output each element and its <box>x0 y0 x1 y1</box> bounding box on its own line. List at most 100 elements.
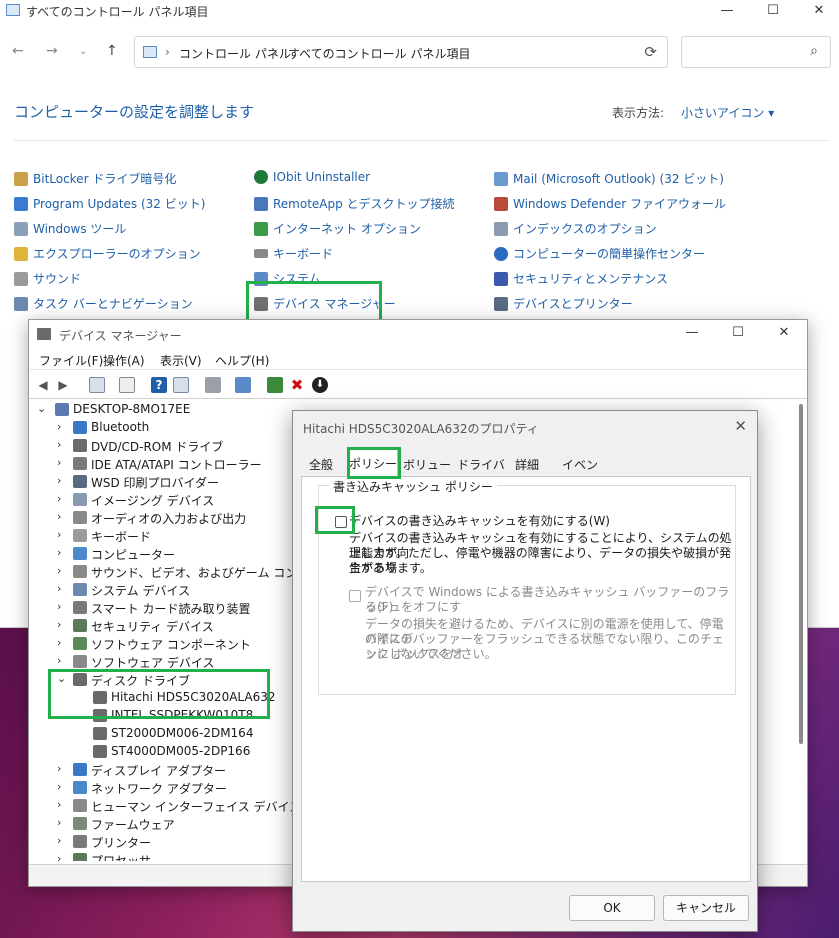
tree-category[interactable]: › セキュリティ デバイス <box>31 617 291 635</box>
tab-general[interactable]: 全般 <box>305 453 337 475</box>
tree-category[interactable]: › DVD/CD-ROM ドライブ <box>31 437 291 455</box>
tree-category[interactable]: › ソフトウェア コンポーネント <box>31 635 291 653</box>
chevron-right-icon[interactable]: › <box>57 816 61 829</box>
chevron-down-icon[interactable]: ⌄ <box>37 402 46 415</box>
chevron-right-icon[interactable]: › <box>57 618 61 631</box>
breadcrumb-all-items[interactable]: すべてのコントロール パネル項目 <box>288 45 471 62</box>
forward-arrow-icon[interactable]: ▶ <box>55 377 71 393</box>
uninstall-x-icon[interactable]: ✖ <box>289 377 305 393</box>
list-view-icon[interactable] <box>173 377 189 393</box>
tree-disk-item[interactable]: ST4000DM005-2DP166 <box>31 743 291 761</box>
tree-category[interactable]: › WSD 印刷プロバイダー <box>31 473 291 491</box>
cp-item-firewall[interactable]: Windows Defender ファイアウォール <box>494 195 726 215</box>
tree-category[interactable]: › Bluetooth <box>31 419 291 437</box>
cp-item-indexing[interactable]: インデックスのオプション <box>494 220 657 240</box>
tree-category[interactable]: › IDE ATA/ATAPI コントローラー <box>31 455 291 473</box>
refresh-icon[interactable]: ⟳ <box>644 43 657 61</box>
vertical-scrollbar[interactable] <box>799 404 803 744</box>
chevron-right-icon[interactable]: › <box>57 654 61 667</box>
cp-item-keyboard[interactable]: キーボード <box>254 245 333 265</box>
cp-item-sound[interactable]: サウンド <box>14 270 81 290</box>
chevron-right-icon[interactable]: › <box>57 762 61 775</box>
view-by-dropdown[interactable]: 小さいアイコン ▾ <box>681 104 774 121</box>
dm-maximize-button[interactable]: ☐ <box>715 322 761 346</box>
enable-write-cache-label[interactable]: デバイスの書き込みキャッシュを有効にする(W) <box>349 514 610 529</box>
cp-item-bitlocker[interactable]: BitLocker ドライブ暗号化 <box>14 170 176 190</box>
disable-device-icon[interactable]: ⬇ <box>312 377 328 393</box>
back-arrow-icon[interactable]: ← <box>12 43 24 59</box>
cp-item-program-updates[interactable]: Program Updates (32 ビット) <box>14 195 205 215</box>
cp-item-internet-options[interactable]: インターネット オプション <box>254 220 421 240</box>
help-icon[interactable]: ? <box>151 377 167 393</box>
tree-category[interactable]: › キーボード <box>31 527 291 545</box>
forward-arrow-icon[interactable]: → <box>46 43 58 59</box>
cp-item-remoteapp[interactable]: RemoteApp とデスクトップ接続 <box>254 195 455 215</box>
tree-item-label: WSD 印刷プロバイダー <box>91 476 220 490</box>
search-input[interactable]: ⌕ <box>681 36 831 68</box>
tree-category[interactable]: › プロセッサ <box>31 851 291 861</box>
menu-file[interactable]: ファイル(F) <box>39 352 103 369</box>
cp-item-windows-tools[interactable]: Windows ツール <box>14 220 126 240</box>
properties-pane-icon[interactable] <box>89 377 105 393</box>
chevron-right-icon[interactable]: › <box>57 798 61 811</box>
minimize-button[interactable]: — <box>704 0 750 24</box>
cp-item-iobit[interactable]: IObit Uninstaller <box>254 170 370 190</box>
cp-item-mail[interactable]: Mail (Microsoft Outlook) (32 ビット) <box>494 170 724 190</box>
tab-events[interactable]: イベント <box>557 453 603 489</box>
chevron-right-icon[interactable]: › <box>57 852 61 861</box>
tree-category[interactable]: › ディスプレイ アダプター <box>31 761 291 779</box>
chevron-right-icon[interactable]: › <box>57 582 61 595</box>
chevron-right-icon[interactable]: › <box>57 834 61 847</box>
cp-item-devices-printers[interactable]: デバイスとプリンター <box>494 295 633 315</box>
cp-item-explorer-options[interactable]: エクスプローラーのオプション <box>14 245 201 265</box>
chevron-right-icon[interactable]: › <box>57 492 61 505</box>
chevron-right-icon[interactable]: › <box>57 528 61 541</box>
tree-category[interactable]: › システム デバイス <box>31 581 291 599</box>
tree-category[interactable]: › プリンター <box>31 833 291 851</box>
tree-category[interactable]: › イメージング デバイス <box>31 491 291 509</box>
chevron-right-icon[interactable]: › <box>57 636 61 649</box>
chevron-right-icon[interactable]: › <box>57 474 61 487</box>
dialog-close-icon[interactable]: ✕ <box>734 417 747 435</box>
recent-chevron-icon[interactable]: ⌄ <box>79 46 87 57</box>
ok-button[interactable]: OK <box>569 895 655 921</box>
back-arrow-icon[interactable]: ◀ <box>35 377 51 393</box>
maximize-button[interactable]: ☐ <box>750 0 796 24</box>
tree-category[interactable]: › コンピューター <box>31 545 291 563</box>
chevron-right-icon[interactable]: › <box>57 564 61 577</box>
cp-item-security-maintenance[interactable]: セキュリティとメンテナンス <box>494 270 668 290</box>
cp-item-ease-of-access[interactable]: コンピューターの簡単操作センター <box>494 245 705 265</box>
tree-category[interactable]: › ヒューマン インターフェイス デバイス <box>31 797 301 815</box>
update-driver-icon[interactable] <box>205 377 221 393</box>
tree-category[interactable]: › ファームウェア <box>31 815 291 833</box>
dm-close-button[interactable]: ✕ <box>761 322 807 346</box>
close-button[interactable]: ✕ <box>796 0 839 24</box>
tab-details[interactable]: 詳細 <box>511 453 543 475</box>
cp-item-taskbar[interactable]: タスク バーとナビゲーション <box>14 295 193 315</box>
menu-view[interactable]: 表示(V) <box>160 352 202 369</box>
address-bar[interactable]: › コントロール パネル › すべてのコントロール パネル項目 ⟳ <box>134 36 668 68</box>
tree-category[interactable]: › サウンド、ビデオ、およびゲーム コントローラー <box>31 563 357 581</box>
add-driver-icon[interactable] <box>267 377 283 393</box>
tree-category[interactable]: › ネットワーク アダプター <box>31 779 291 797</box>
tab-volume[interactable]: ボリューム <box>401 453 453 489</box>
menu-help[interactable]: ヘルプ(H) <box>215 352 269 369</box>
chevron-right-icon[interactable]: › <box>57 780 61 793</box>
tree-category[interactable]: › スマート カード読み取り装置 <box>31 599 291 617</box>
tree-category[interactable]: › オーディオの入力および出力 <box>31 509 291 527</box>
dm-minimize-button[interactable]: — <box>669 322 715 346</box>
tree-disk-item[interactable]: ST2000DM006-2DM164 <box>31 725 291 743</box>
tree-root[interactable]: ⌄ DESKTOP-8MO17EE <box>31 401 291 419</box>
chevron-right-icon[interactable]: › <box>57 600 61 613</box>
chevron-right-icon[interactable]: › <box>57 420 61 433</box>
cancel-button[interactable]: キャンセル <box>663 895 749 921</box>
chevron-right-icon[interactable]: › <box>57 456 61 469</box>
scan-hardware-icon[interactable] <box>235 377 251 393</box>
tab-driver[interactable]: ドライバー <box>455 453 507 489</box>
chevron-right-icon[interactable]: › <box>57 438 61 451</box>
up-arrow-icon[interactable]: ↑ <box>106 43 118 59</box>
chevron-right-icon[interactable]: › <box>57 546 61 559</box>
menu-action[interactable]: 操作(A) <box>103 352 145 369</box>
chevron-right-icon[interactable]: › <box>57 510 61 523</box>
document-icon[interactable] <box>119 377 135 393</box>
